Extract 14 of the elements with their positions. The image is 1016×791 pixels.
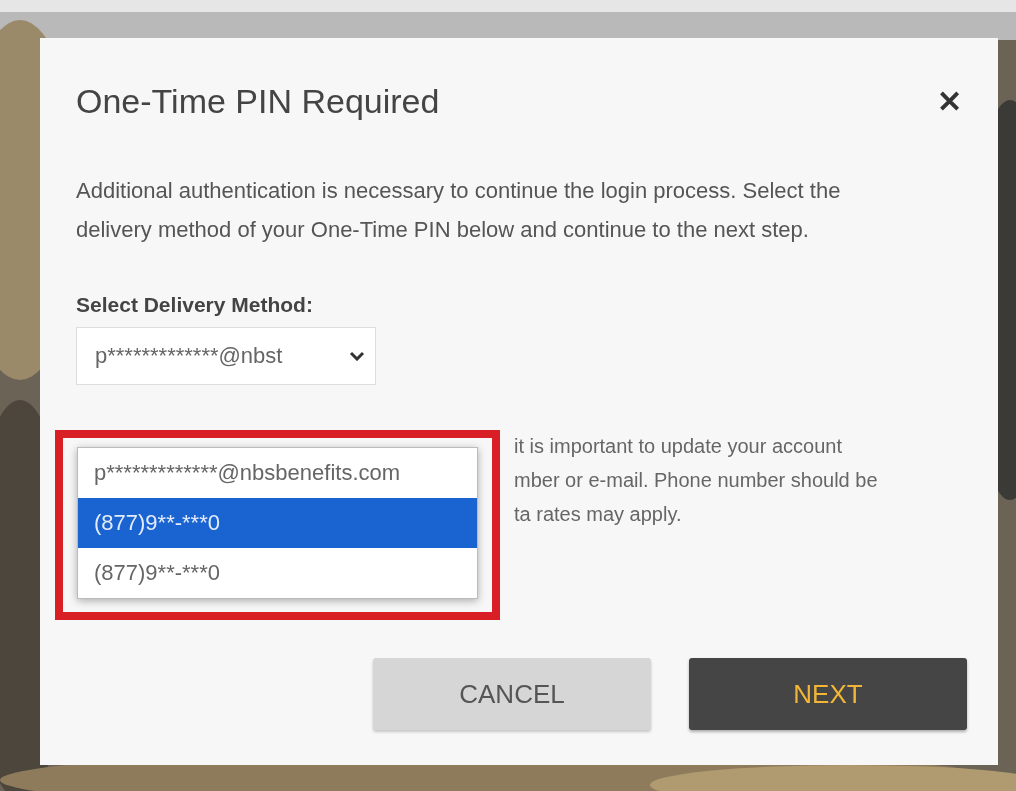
dropdown-option[interactable]: (877)9**-***0 [78, 498, 477, 548]
note-text: mber or e-mail. Phone number should be [514, 468, 879, 493]
dialog-title: One-Time PIN Required [76, 82, 440, 121]
dropdown-option[interactable]: (877)9**-***0 [78, 548, 477, 598]
note-text: ta rates may apply. [514, 502, 683, 527]
dropdown-option[interactable]: p*************@nbsbenefits.com [78, 448, 477, 498]
next-button[interactable]: NEXT [689, 658, 967, 730]
note-text: it is important to update your account [514, 434, 843, 459]
caret-icon [349, 351, 365, 361]
field-label: Select Delivery Method: [76, 293, 314, 317]
intro-text: Additional authentication is necessary to continue the login process. Select the delivery method of your One-Time PIN below and continue to the next step. [76, 177, 842, 244]
cancel-button[interactable]: CANCEL [373, 658, 651, 730]
delivery-select[interactable]: p*************@nbst [76, 327, 376, 385]
close-button[interactable]: ✕ [937, 84, 962, 119]
